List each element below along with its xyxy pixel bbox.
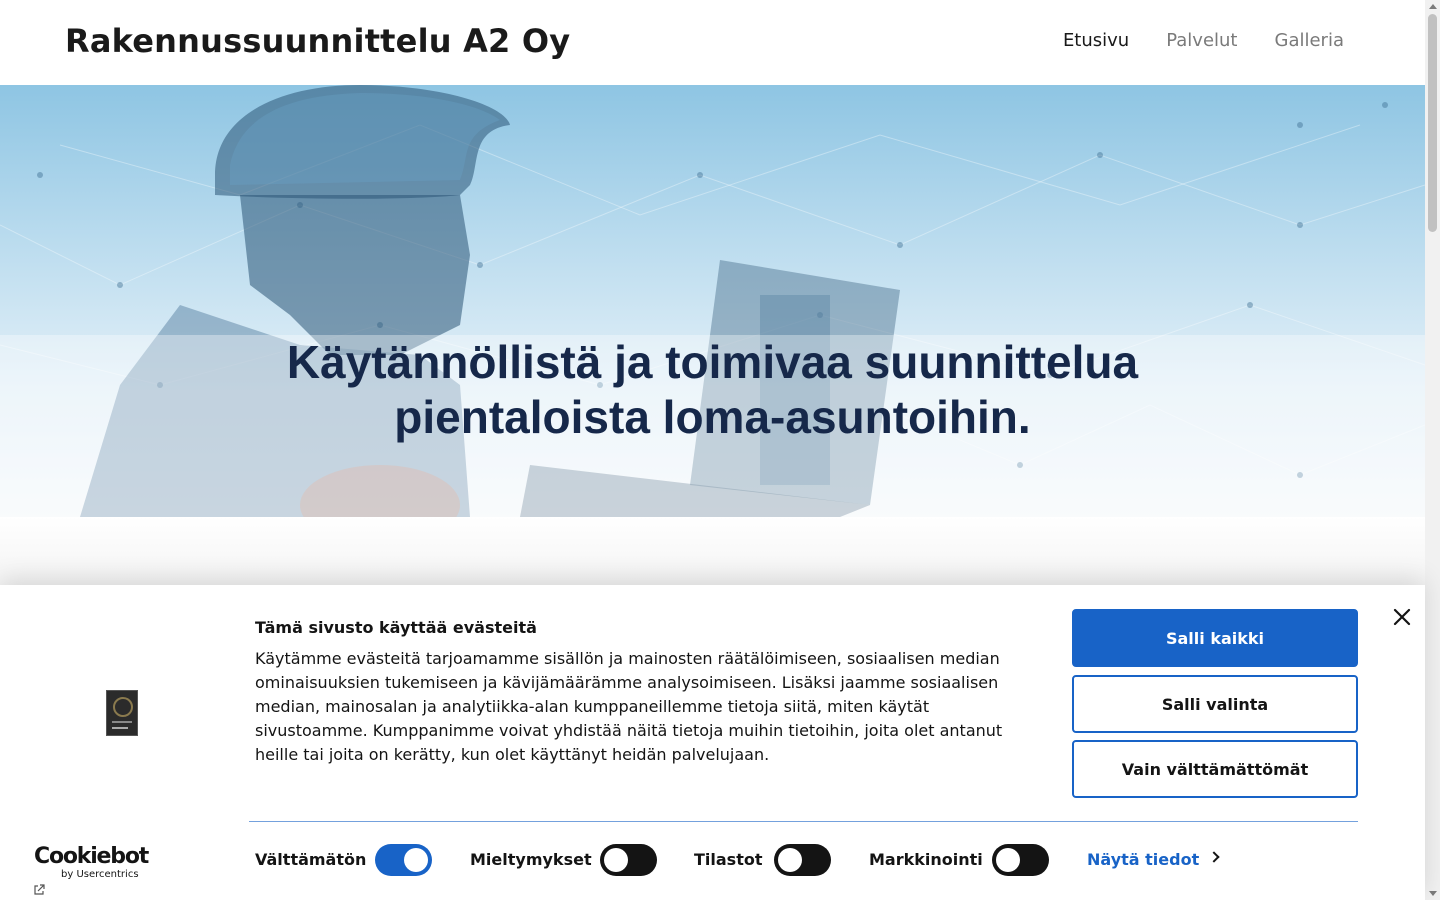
main-nav: Etusivu Palvelut Galleria [1063,30,1344,51]
cookie-description: Käytämme evästeitä tarjoamamme sisällön … [255,649,1003,764]
show-details-link[interactable]: Näytä tiedot [1087,850,1199,869]
toggle-label-statistics: Tilastot [694,850,763,869]
toggle-necessary[interactable] [375,844,432,876]
toggle-preferences[interactable] [600,844,657,876]
cookie-consent-banner: Cookiebot by Usercentrics Tämä sivusto k… [0,585,1425,900]
necessary-only-button[interactable]: Vain välttämättömät [1072,740,1358,798]
hero-title-line2: pientaloista loma-asuntoihin. [394,391,1031,443]
cookiebot-logo[interactable]: Cookiebot by Usercentrics [34,845,149,881]
scroll-up-arrow-icon[interactable] [1429,4,1437,9]
cookie-title: Tämä sivusto käyttää evästeitä [255,618,537,637]
hero-section: Käytännöllistä ja toimivaa suunnittelua … [0,85,1425,517]
hero-background-image [0,85,1425,517]
external-link-icon[interactable] [33,884,45,896]
hero-title: Käytännöllistä ja toimivaa suunnittelua … [0,335,1425,445]
toggle-label-marketing: Markkinointi [869,850,983,869]
toggle-statistics[interactable] [774,844,831,876]
hero-title-line1: Käytännöllistä ja toimivaa suunnittelua [286,336,1139,388]
cookie-divider [249,821,1358,822]
toggle-label-preferences: Mieltymykset [470,850,592,869]
scroll-down-arrow-icon[interactable] [1429,891,1437,896]
content-fade [0,517,1425,585]
nav-item-palvelut[interactable]: Palvelut [1166,30,1237,51]
nav-item-etusivu[interactable]: Etusivu [1063,30,1129,51]
site-header: Rakennussuunnittelu A2 Oy Etusivu Palvel… [0,0,1425,85]
scroll-thumb[interactable] [1428,14,1437,232]
site-brand[interactable]: Rakennussuunnittelu A2 Oy [65,22,570,60]
chevron-right-icon[interactable] [1208,851,1220,863]
allow-selection-button[interactable]: Salli valinta [1072,675,1358,733]
nav-item-galleria[interactable]: Galleria [1275,30,1345,51]
close-icon[interactable] [1392,607,1412,627]
toggle-marketing[interactable] [992,844,1049,876]
certification-badge [106,690,138,736]
page-scrollbar[interactable] [1425,0,1440,900]
allow-all-button[interactable]: Salli kaikki [1072,609,1358,667]
toggle-label-necessary: Välttämätön [255,850,367,869]
